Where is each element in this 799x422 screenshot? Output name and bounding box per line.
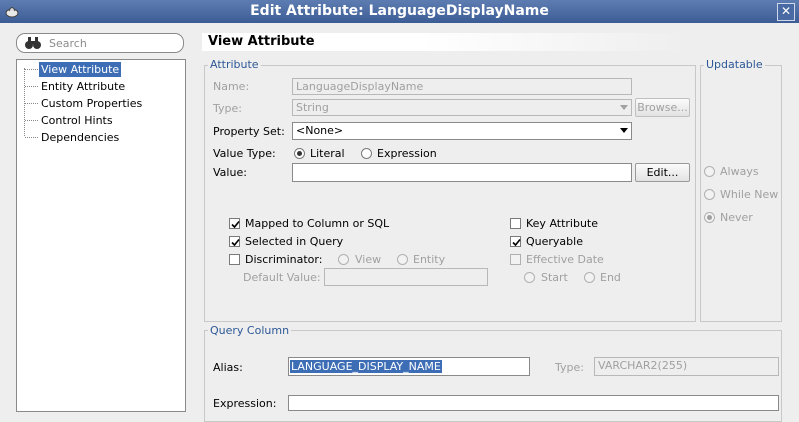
name-field[interactable]: LanguageDisplayName xyxy=(292,78,632,95)
close-icon[interactable]: ✕ xyxy=(777,3,795,21)
updatable-never-label: Never xyxy=(720,211,753,224)
query-type-field[interactable]: VARCHAR2(255) xyxy=(594,357,779,376)
browse-button[interactable]: Browse... xyxy=(635,98,690,117)
alias-label: Alias: xyxy=(213,361,243,374)
checkmark-icon xyxy=(231,238,240,247)
selected-in-query-checkbox[interactable] xyxy=(229,236,240,247)
tree-connector xyxy=(24,68,25,136)
discriminator-entity-label: Entity xyxy=(413,253,446,266)
key-attribute-label: Key Attribute xyxy=(526,217,599,230)
chevron-down-icon xyxy=(620,105,628,110)
updatable-group-legend: Updatable xyxy=(704,58,765,71)
value-field[interactable] xyxy=(292,163,632,182)
mapped-checkbox[interactable] xyxy=(229,218,240,229)
edit-button[interactable]: Edit... xyxy=(635,163,690,182)
expression-field[interactable] xyxy=(288,395,779,411)
alias-value: LANGUAGE_DISPLAY_NAME xyxy=(290,360,442,373)
window-title: Edit Attribute: LanguageDisplayName xyxy=(250,3,549,19)
nav-item-control-hints[interactable]: Control Hints xyxy=(39,113,115,128)
type-select[interactable]: String xyxy=(292,99,632,116)
effective-end-label: End xyxy=(600,271,621,284)
expression-field-label: Expression: xyxy=(213,397,277,410)
effective-start-label: Start xyxy=(541,271,568,284)
checkmark-icon xyxy=(231,220,240,229)
checkmark-icon xyxy=(512,238,521,247)
literal-radio[interactable] xyxy=(294,148,305,159)
discriminator-view-radio[interactable] xyxy=(338,254,349,265)
mapped-label: Mapped to Column or SQL xyxy=(245,217,390,230)
queryable-checkbox[interactable] xyxy=(510,236,521,247)
alias-field[interactable]: LANGUAGE_DISPLAY_NAME xyxy=(288,357,530,376)
search-placeholder: Search xyxy=(49,37,87,50)
nav-item-entity-attribute[interactable]: Entity Attribute xyxy=(39,79,127,94)
updatable-while-new-label: While New xyxy=(720,188,779,201)
value-type-label: Value Type: xyxy=(213,147,276,160)
discriminator-entity-radio[interactable] xyxy=(397,254,408,265)
binoculars-search-icon xyxy=(25,37,41,49)
expression-radio[interactable] xyxy=(361,148,372,159)
discriminator-view-label: View xyxy=(355,253,382,266)
panel-title: View Attribute xyxy=(208,34,315,49)
nav-item-dependencies[interactable]: Dependencies xyxy=(39,130,121,145)
chevron-down-icon xyxy=(620,128,628,133)
expression-label: Expression xyxy=(377,147,437,160)
effective-date-label: Effective Date xyxy=(526,253,604,266)
key-attribute-checkbox[interactable] xyxy=(510,218,521,229)
panel-header: View Attribute xyxy=(202,33,690,51)
attribute-group-legend: Attribute xyxy=(208,58,261,71)
search-input[interactable]: Search xyxy=(16,33,184,53)
effective-start-radio[interactable] xyxy=(524,272,535,283)
discriminator-checkbox[interactable] xyxy=(229,254,240,265)
type-value: String xyxy=(296,101,329,114)
property-set-label: Property Set: xyxy=(213,125,285,138)
value-label: Value: xyxy=(213,166,247,179)
updatable-always-label: Always xyxy=(720,165,759,178)
selected-in-query-label: Selected in Query xyxy=(245,235,344,248)
literal-label: Literal xyxy=(310,147,345,160)
default-value-field[interactable] xyxy=(324,268,488,286)
effective-date-checkbox[interactable] xyxy=(510,254,521,265)
queryable-label: Queryable xyxy=(526,235,583,248)
updatable-while-new-radio[interactable] xyxy=(704,189,715,200)
query-type-label: Type: xyxy=(555,361,584,374)
query-column-legend: Query Column xyxy=(208,324,292,337)
effective-end-radio[interactable] xyxy=(584,272,595,283)
name-label: Name: xyxy=(213,80,250,93)
discriminator-label: Discriminator: xyxy=(245,253,323,266)
default-value-label: Default Value: xyxy=(243,271,321,284)
updatable-never-radio[interactable] xyxy=(704,212,715,223)
updatable-always-radio[interactable] xyxy=(704,166,715,177)
nav-item-view-attribute[interactable]: View Attribute xyxy=(39,62,122,77)
title-bar: Edit Attribute: LanguageDisplayName ✕ xyxy=(0,0,799,23)
nav-tree: View Attribute Entity Attribute Custom P… xyxy=(16,59,186,412)
property-set-select[interactable]: <None> xyxy=(292,122,632,140)
type-label: Type: xyxy=(213,102,242,115)
nav-item-custom-properties[interactable]: Custom Properties xyxy=(39,96,144,111)
property-set-value: <None> xyxy=(296,124,344,137)
